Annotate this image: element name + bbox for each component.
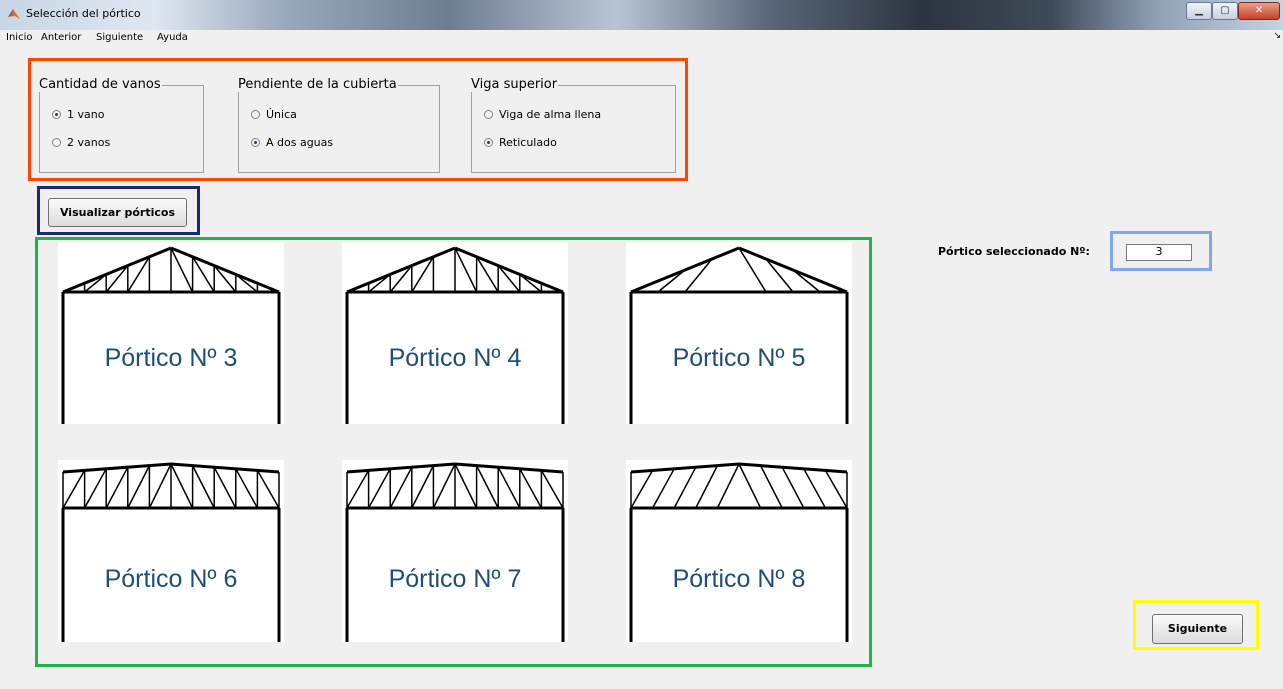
radio-label: Reticulado	[499, 136, 557, 149]
truss-member	[235, 468, 259, 509]
radio-viga-alma-llena[interactable]: Viga de alma llena	[484, 108, 601, 121]
truss-member	[497, 466, 521, 509]
radio-unica[interactable]: Única	[251, 108, 297, 121]
truss-member	[651, 468, 675, 509]
truss-member	[389, 466, 413, 509]
portico-4-tile[interactable]: Pórtico Nº 4	[342, 242, 568, 424]
truss-member	[83, 468, 107, 509]
group-title-pendiente: Pendiente de la cubierta	[237, 77, 398, 92]
menu-bar: Inicio Anterior Siguiente Ayuda ↘	[0, 30, 1283, 46]
radio-label: Viga de alma llena	[499, 108, 602, 121]
truss-member	[170, 462, 280, 474]
portico-7-truss	[345, 462, 565, 642]
radio-indicator	[52, 110, 61, 119]
portico-8-label: Pórtico Nº 8	[672, 565, 806, 593]
truss-member	[105, 466, 129, 509]
truss-member	[781, 466, 805, 509]
toolbar-arrow-icon[interactable]: ↘	[1273, 31, 1281, 41]
truss-member	[213, 466, 237, 509]
group-title-viga: Viga superior	[470, 77, 559, 92]
truss-member	[191, 465, 215, 509]
truss-member	[148, 463, 172, 509]
truss-member	[62, 470, 86, 509]
truss-member	[803, 468, 827, 509]
truss-member	[454, 463, 478, 509]
truss-member	[819, 280, 848, 293]
minimize-button[interactable]: ▁	[1186, 2, 1212, 20]
visualizar-porticos-button[interactable]: Visualizar pórticos	[48, 198, 187, 227]
portico-number-field[interactable]: 3	[1126, 244, 1192, 261]
portico-5-tile[interactable]: Pórtico Nº 5	[626, 242, 852, 424]
truss-member	[738, 463, 762, 509]
matlab-icon	[8, 9, 20, 19]
group-viga-superior: Viga superior Viga de alma llena Reticul…	[470, 77, 676, 173]
truss-member	[411, 465, 435, 509]
group-pendiente-cubierta: Pendiente de la cubierta Única A dos agu…	[237, 77, 440, 173]
radio-reticulado[interactable]: Reticulado	[484, 136, 557, 149]
truss-member	[346, 470, 370, 509]
radio-a-dos-aguas[interactable]: A dos aguas	[251, 136, 333, 149]
truss-member	[346, 462, 456, 474]
portico-8-truss	[629, 462, 849, 642]
siguiente-button[interactable]: Siguiente	[1152, 614, 1243, 644]
radio-1-vano[interactable]: 1 vano	[52, 108, 104, 121]
portico-7-label: Pórtico Nº 7	[388, 565, 522, 593]
portico-7-tile[interactable]: Pórtico Nº 7	[342, 460, 568, 642]
truss-member	[367, 468, 391, 509]
portico-5-truss	[629, 246, 849, 424]
truss-member	[716, 463, 740, 509]
portico-3-truss	[61, 246, 281, 424]
portico-5-label: Pórtico Nº 5	[672, 344, 806, 372]
truss-member	[432, 463, 456, 509]
group-title-vanos: Cantidad de vanos	[38, 77, 162, 92]
portico-seleccionado-label: Pórtico seleccionado Nº:	[938, 245, 1090, 258]
truss-member	[824, 470, 848, 509]
close-button[interactable]: ✕	[1238, 2, 1280, 20]
portico-3-label: Pórtico Nº 3	[104, 344, 238, 372]
window-title: Selección del pórtico	[26, 7, 141, 20]
radio-2-vanos[interactable]: 2 vanos	[52, 136, 110, 149]
truss-member	[540, 470, 564, 509]
truss-member	[454, 462, 564, 474]
truss-member	[759, 465, 783, 509]
truss-member	[673, 466, 697, 509]
radio-label: A dos aguas	[266, 136, 334, 149]
menu-anterior[interactable]: Anterior	[41, 32, 81, 43]
portico-8-tile[interactable]: Pórtico Nº 8	[626, 460, 852, 642]
portico-6-tile[interactable]: Pórtico Nº 6	[58, 460, 284, 642]
radio-indicator	[484, 110, 493, 119]
truss-member	[630, 462, 740, 474]
portico-6-truss	[61, 462, 281, 642]
maximize-button[interactable]: ▢	[1212, 2, 1238, 20]
portico-3-tile[interactable]: Pórtico Nº 3	[58, 242, 284, 424]
group-cantidad-vanos: Cantidad de vanos 1 vano 2 vanos	[38, 77, 204, 173]
menu-siguiente[interactable]: Siguiente	[96, 32, 143, 43]
truss-member	[475, 465, 499, 509]
radio-indicator	[251, 110, 260, 119]
title-bar: Selección del pórtico ▁ ▢ ✕	[0, 0, 1283, 30]
truss-member	[657, 269, 686, 293]
radio-indicator	[52, 138, 61, 147]
radio-label: 1 vano	[67, 108, 105, 121]
truss-member	[792, 269, 821, 293]
radio-indicator	[484, 138, 493, 147]
menu-inicio[interactable]: Inicio	[6, 32, 32, 43]
truss-member	[738, 462, 848, 474]
radio-label: Única	[266, 108, 297, 121]
truss-member	[519, 468, 543, 509]
truss-member	[630, 280, 659, 293]
portico-4-truss	[345, 246, 565, 424]
truss-member	[170, 463, 194, 509]
menu-ayuda[interactable]: Ayuda	[157, 32, 188, 43]
radio-label: 2 vanos	[67, 136, 111, 149]
portico-4-label: Pórtico Nº 4	[388, 344, 522, 372]
truss-member	[62, 462, 172, 474]
truss-member	[695, 465, 719, 509]
truss-member	[127, 465, 151, 509]
radio-indicator	[251, 138, 260, 147]
portico-6-label: Pórtico Nº 6	[104, 565, 238, 593]
truss-member	[630, 470, 654, 509]
truss-member	[256, 470, 280, 509]
